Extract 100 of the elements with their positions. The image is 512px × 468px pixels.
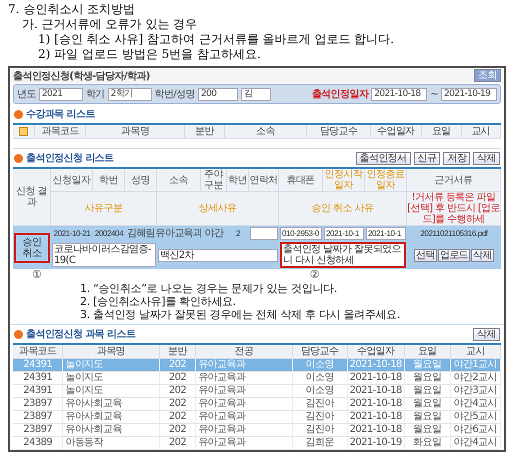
table-cell: 유아교육과 <box>196 359 293 372</box>
column-header: 휴대폰 <box>279 169 323 192</box>
column-header: 근거서류 <box>407 169 501 192</box>
table-cell: 유아교육과 <box>196 411 293 424</box>
select-all-checkbox[interactable] <box>19 127 28 136</box>
table-cell: 유아교육과 <box>196 437 293 450</box>
column-header: 인정시작일자 <box>323 169 365 192</box>
term-dropdown[interactable]: 2학기 <box>108 88 152 100</box>
column-header: 신청일자 <box>51 169 93 192</box>
column-header: 과목명 <box>86 125 186 139</box>
table-cell: 2021-10-21 <box>54 228 90 239</box>
window-title: 출석인정신청(학생-담당자/학과) <box>13 70 150 82</box>
contact-field[interactable] <box>250 227 278 240</box>
table-cell: 화요일 <box>404 437 451 450</box>
column-header: !거서류 등록은 파일 [선택] 후 반드시 [업로드]를 수행하세 <box>407 192 501 226</box>
table-cell: 놀이지도 <box>63 385 160 398</box>
toolbar-button[interactable]: 삭제 <box>473 152 500 164</box>
table-cell: 김진아 <box>292 411 348 424</box>
subsection-heading: 가. 근거서류에 오류가 있는 경우 <box>21 17 198 32</box>
table-cell: 2021-10-19 <box>348 437 405 450</box>
column-header: 학번 <box>93 169 125 192</box>
date-from-field[interactable]: 2021-10-18 <box>371 88 428 100</box>
table-cell: 24391 <box>13 385 64 398</box>
delete-button[interactable]: 삭제 <box>473 328 500 340</box>
reason-type-dropdown[interactable]: 코로나바이러스감염증-19(C <box>52 243 156 267</box>
end-date-field[interactable]: 2021-10-1 <box>366 227 406 240</box>
column-header: 주야구분 <box>201 169 227 192</box>
table-cell: 유아교육과 <box>196 398 293 411</box>
column-header: 과목코드 <box>13 345 64 359</box>
start-date-field[interactable]: 2021-10-1 <box>324 227 364 240</box>
table-cell: 202 <box>160 372 196 385</box>
file-button[interactable]: 선택 <box>414 248 437 262</box>
student-label: 학번/성명 <box>154 88 195 101</box>
year-label: 년도 <box>17 88 36 101</box>
table-cell: 월요일 <box>404 359 451 372</box>
note-line: 2. [승인취소사유]를 확인하세요. <box>80 295 237 308</box>
note-line: 1. “승인취소”로 나오는 경우는 문제가 있는 것입니다. <box>80 282 338 295</box>
name-field[interactable]: 김 <box>241 88 271 100</box>
note-line: 3. 출석인정 날짜가 잘못된 경우에는 전체 삭제 후 다시 올려주세요. <box>80 308 402 321</box>
table-cell: 유아교육과 <box>196 372 293 385</box>
table-cell: 월요일 <box>404 385 451 398</box>
table-cell: 202 <box>160 385 196 398</box>
table-cell: 2021-10-18 <box>348 411 405 424</box>
table-cell: 야간3교시 <box>450 385 501 398</box>
mobile-field[interactable]: 010-2953-0 <box>280 227 322 240</box>
table-cell: 202 <box>160 424 196 437</box>
table-cell: 월요일 <box>404 411 451 424</box>
table-cell: 놀이지도 <box>63 359 160 372</box>
table-cell: 24389 <box>13 437 64 450</box>
section-title: 수강과목 리스트 <box>26 108 95 121</box>
year-field[interactable]: 2021 <box>38 88 83 100</box>
table-cell: 야간4교시 <box>450 437 501 450</box>
column-header: 담당교수 <box>307 125 371 139</box>
table-cell: 야간5교시 <box>450 411 501 424</box>
table-cell: 202 <box>160 437 196 450</box>
table-cell: 아동동작 <box>63 437 160 450</box>
table-cell: 2021-10-18 <box>348 372 405 385</box>
table-cell: 월요일 <box>404 372 451 385</box>
table-cell: 2002404 <box>94 228 124 239</box>
toolbar-button[interactable]: 출석인정서 <box>356 152 411 164</box>
column-header: 연락처 <box>249 169 279 192</box>
callout-number: ① <box>32 269 42 281</box>
table-cell: 이소영 <box>292 359 348 372</box>
section-title: 출석인정신청 리스트 <box>26 152 114 165</box>
column-header: 신청 결과 <box>13 169 51 226</box>
table-cell: 김희운 <box>292 437 348 450</box>
table-cell: 2021-10-18 <box>348 398 405 411</box>
column-header: 성명 <box>125 169 157 192</box>
file-name: 20211021105316.pdf <box>420 228 488 239</box>
table-cell: 야간 <box>204 228 224 239</box>
instruction-step: 2) 파일 업로드 방법은 5번을 참고하세요. <box>8 47 506 62</box>
column-header: 과목명 <box>63 345 160 359</box>
column-header: 담당교수 <box>292 345 348 359</box>
toolbar-button[interactable]: 신규 <box>414 152 440 164</box>
table-cell: 야간2교시 <box>450 372 501 385</box>
table-cell: 월요일 <box>404 398 451 411</box>
table-cell: 유아사회교육 <box>63 398 160 411</box>
column-header: 학년 <box>227 169 249 192</box>
table-cell: 23897 <box>13 398 64 411</box>
table-cell: 24391 <box>13 372 64 385</box>
table-cell: 김혜림 <box>126 228 156 239</box>
table-cell: 유아사회교육 <box>63 424 160 437</box>
table-cell: 김진아 <box>292 424 348 437</box>
table-cell: 23897 <box>13 424 64 437</box>
cancel-reason-field: 출석인정 날짜가 잘못되었으니 다시 신청하세 <box>280 242 406 268</box>
file-button[interactable]: 업로드 <box>438 248 470 262</box>
student-field[interactable]: 200 <box>198 88 238 100</box>
table-cell: 이소영 <box>292 372 348 385</box>
date-to-field[interactable]: 2021-10-19 <box>441 88 497 100</box>
approval-cancelled-button[interactable]: 승인취소 <box>14 232 50 262</box>
toolbar-button[interactable]: 저장 <box>443 152 470 164</box>
column-header: 수업일자 <box>348 345 405 359</box>
table-cell: 유아사회교육 <box>63 411 160 424</box>
section-title: 출석인정신청 과목 리스트 <box>26 328 136 341</box>
table-cell: 202 <box>160 398 196 411</box>
bullet-icon <box>14 110 23 118</box>
column-header: 요일 <box>404 345 451 359</box>
detail-reason-field[interactable]: 백신2차 <box>158 248 278 262</box>
file-button[interactable]: 삭제 <box>471 248 494 262</box>
column-header: 전공 <box>196 345 293 359</box>
